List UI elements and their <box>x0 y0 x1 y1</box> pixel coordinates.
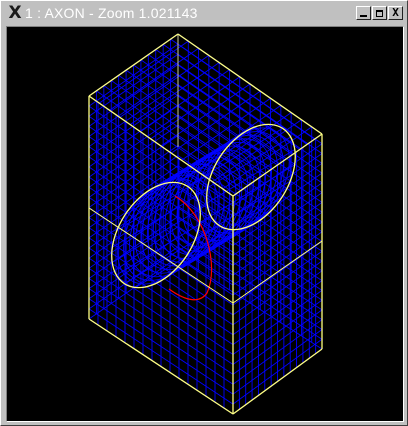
minimize-icon <box>360 15 367 17</box>
minimize-button[interactable] <box>356 6 371 20</box>
x-window-logo-icon[interactable]: X <box>6 4 24 22</box>
axon-wireframe-render <box>88 33 323 415</box>
window-title: 1 : AXON - Zoom 1.021143 <box>25 5 198 21</box>
window-controls: X <box>356 6 403 21</box>
axon-window: X 1 : AXON - Zoom 1.021143 X <box>0 0 408 426</box>
maximize-button[interactable] <box>372 6 387 20</box>
title-bar[interactable]: X 1 : AXON - Zoom 1.021143 X <box>2 2 406 24</box>
3d-viewport[interactable] <box>6 26 404 422</box>
close-button[interactable]: X <box>388 6 403 20</box>
close-icon: X <box>392 6 399 19</box>
maximize-icon <box>376 9 383 17</box>
